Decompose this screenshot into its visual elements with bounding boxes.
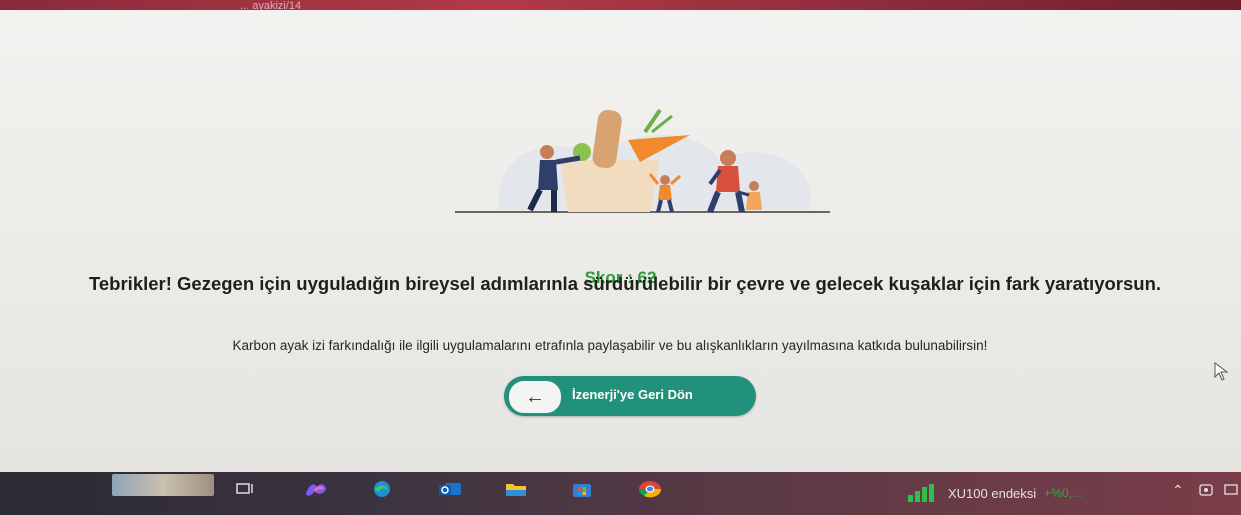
tray-app-icon[interactable] — [1199, 484, 1213, 496]
market-index-change: +%0,... — [1044, 486, 1082, 500]
task-view-icon[interactable] — [232, 480, 260, 498]
mouse-cursor-icon — [1214, 362, 1229, 381]
share-message: Karbon ayak izi farkındalığı ile ilgili … — [232, 338, 988, 353]
copilot-icon[interactable] — [302, 480, 330, 498]
file-explorer-icon[interactable] — [502, 480, 530, 498]
microsoft-store-icon[interactable] — [568, 480, 596, 498]
display-icon[interactable] — [1224, 484, 1238, 496]
arrow-left-icon: ← — [508, 380, 562, 414]
grocery-family-illustration — [455, 108, 830, 214]
chrome-icon[interactable] — [636, 480, 664, 498]
congratulations-heading: Tebrikler! Gezegen için uyguladığın bire… — [88, 273, 1162, 294]
chevron-up-icon[interactable]: ⌃ — [1172, 482, 1184, 499]
outlook-icon[interactable] — [436, 480, 464, 498]
back-button-label: İzenerji'ye Geri Dön — [572, 387, 693, 402]
back-to-izenerji-button[interactable]: ← İzenerji'ye Geri Dön — [504, 376, 756, 416]
market-widget[interactable]: XU100 endeksi +%0,... — [906, 483, 1082, 503]
widgets-thumbnail[interactable] — [112, 474, 214, 496]
edge-icon[interactable] — [368, 480, 396, 498]
stock-chart-icon — [908, 484, 934, 502]
market-index-name: XU100 endeksi — [948, 485, 1037, 501]
